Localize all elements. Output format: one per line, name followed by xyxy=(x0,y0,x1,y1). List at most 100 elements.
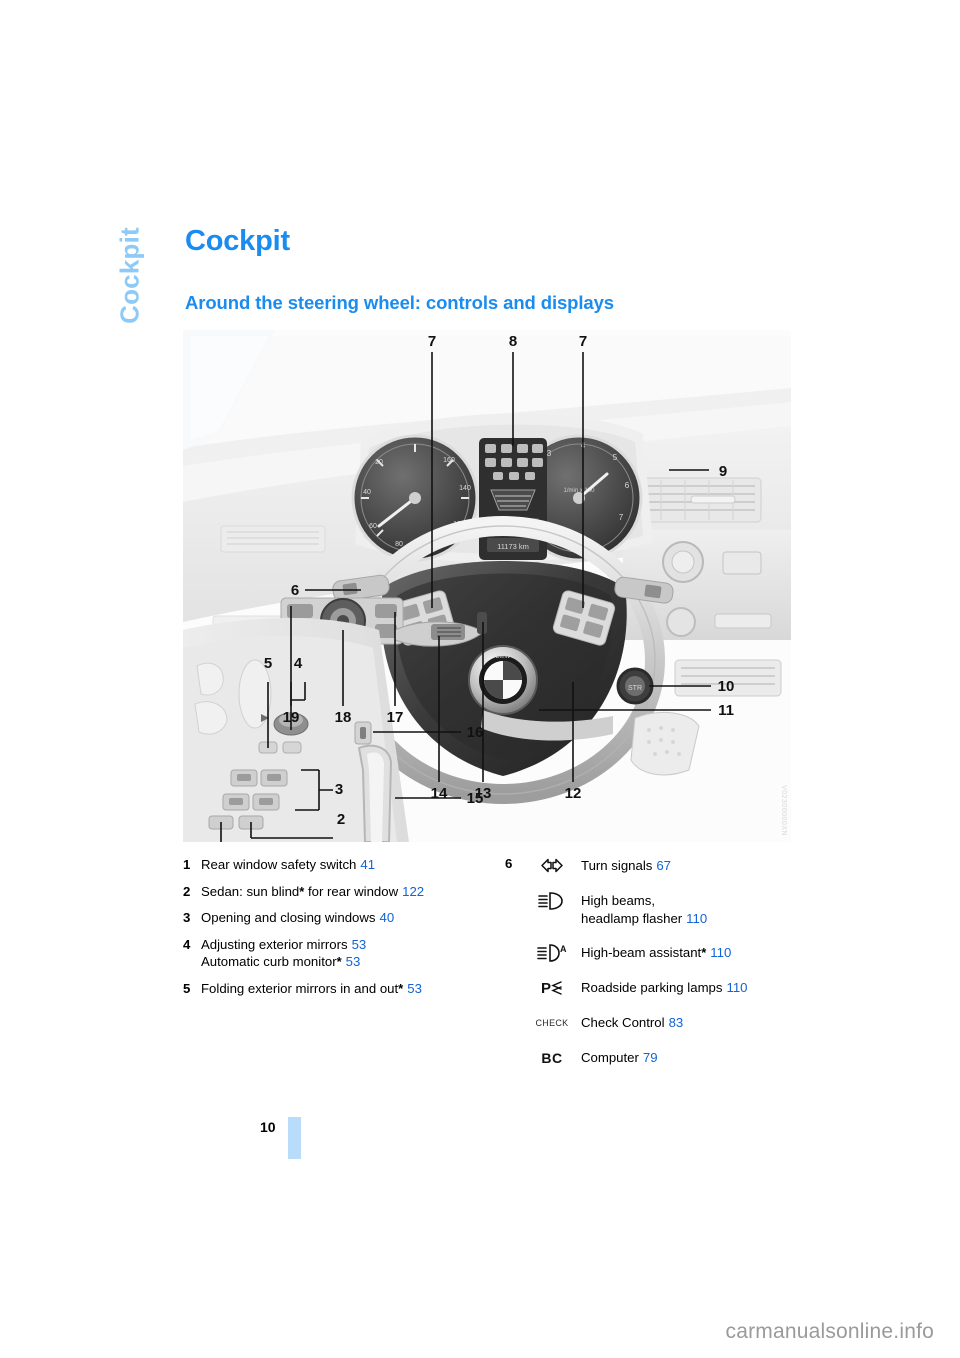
svg-text:BMW: BMW xyxy=(496,654,511,660)
legend-item-1-text: Rear window safety switch 41 xyxy=(201,856,483,874)
legend-item-5-number: 5 xyxy=(183,980,191,996)
roadside-parking-lamps-page[interactable]: 110 xyxy=(726,980,747,995)
computer-text: Computer xyxy=(581,1050,639,1066)
turn-signals-icon xyxy=(523,856,581,875)
legend-item-5-star: * xyxy=(398,980,404,996)
legend-item-6-number: 6 xyxy=(505,856,513,871)
legend-item-4-page[interactable]: 53 xyxy=(352,937,367,952)
high-beams-text2: headlamp flasher xyxy=(581,910,683,926)
svg-text:6: 6 xyxy=(625,481,630,490)
section-heading: Around the steering wheel: controls and … xyxy=(185,292,614,313)
svg-text:11: 11 xyxy=(718,702,734,719)
svg-text:11173 km: 11173 km xyxy=(497,542,529,551)
legend-item-4: 4 Adjusting exterior mirrors 53 Automatic… xyxy=(183,936,483,971)
legend-item-2-label: Sedan: sun blind xyxy=(201,883,300,899)
svg-text:16: 16 xyxy=(467,724,484,741)
computer-page[interactable]: 79 xyxy=(643,1050,658,1065)
roadside-parking-lamps-text: Roadside parking lamps xyxy=(581,980,723,996)
high-beam-assistant-page[interactable]: 110 xyxy=(710,945,731,960)
legend-item-5-text: Folding exterior mirrors in and out* 53 xyxy=(201,980,483,998)
legend-item-3-number: 3 xyxy=(183,910,191,926)
svg-text:20: 20 xyxy=(375,459,383,466)
svg-text:STR: STR xyxy=(628,685,642,692)
legend-item-4-text: Adjusting exterior mirrors 53 Automatic c… xyxy=(201,936,483,971)
svg-text:3: 3 xyxy=(547,449,552,458)
svg-text:A: A xyxy=(560,944,567,954)
high-beam-assistant-icon: A xyxy=(523,943,581,962)
check-control-label: Check Control 83 xyxy=(581,1013,795,1032)
svg-text:14: 14 xyxy=(431,785,448,802)
svg-text:60: 60 xyxy=(369,523,377,530)
page-marker-bar xyxy=(288,1117,301,1159)
high-beam-assistant-star: * xyxy=(701,945,707,961)
legend-item-3-text: Opening and closing windows 40 xyxy=(201,909,483,927)
svg-text:8: 8 xyxy=(509,333,517,350)
legend-item-6-check-control: CHECK Check Control 83 xyxy=(505,1013,795,1032)
legend-item-6-computer: BC Computer 79 xyxy=(505,1048,795,1067)
high-beams-page[interactable]: 110 xyxy=(686,911,707,926)
svg-text:2: 2 xyxy=(337,811,345,828)
page-number: 10 xyxy=(260,1119,276,1135)
svg-text:7: 7 xyxy=(579,333,587,350)
roadside-parking-lamps-icon: P xyxy=(523,978,581,997)
figure-code: V02300000XN xyxy=(780,784,787,836)
page-title: Cockpit xyxy=(185,225,290,257)
svg-text:80: 80 xyxy=(395,541,403,548)
legend-item-6-high-beams: High beams, headlamp flasher 110 xyxy=(505,891,795,927)
computer-icon: BC xyxy=(523,1048,581,1067)
legend-item-1: 1 Rear window safety switch 41 xyxy=(183,856,483,874)
legend-item-3: 3 Opening and closing windows 40 xyxy=(183,909,483,927)
svg-text:40: 40 xyxy=(363,489,371,496)
check-control-icon: CHECK xyxy=(523,1013,581,1032)
legend-item-2-number: 2 xyxy=(183,883,191,899)
svg-text:160: 160 xyxy=(443,457,455,464)
svg-text:12: 12 xyxy=(565,785,582,802)
watermark: carmanualsonline.info xyxy=(725,1320,934,1343)
legend-item-4-subpage[interactable]: 53 xyxy=(346,954,361,969)
svg-text:6: 6 xyxy=(291,582,299,599)
roadside-parking-lamps-label: Roadside parking lamps 110 xyxy=(581,978,795,997)
check-control-page[interactable]: 83 xyxy=(669,1015,684,1030)
svg-text:5: 5 xyxy=(264,655,272,672)
legend-item-3-page[interactable]: 40 xyxy=(379,910,394,925)
legend-item-5-page[interactable]: 53 xyxy=(407,981,422,996)
legend-item-1-number: 1 xyxy=(183,857,191,872)
cockpit-diagram-svg: 2040 6080 100120 140160 12 34 56 7 1/min… xyxy=(183,330,791,842)
legend-item-6-turn-signals: 6 Turn signals 67 xyxy=(505,856,795,875)
cockpit-diagram: 2040 6080 100120 140160 12 34 56 7 1/min… xyxy=(183,330,791,842)
high-beams-label: High beams, headlamp flasher 110 xyxy=(581,891,795,927)
svg-text:9: 9 xyxy=(719,463,727,480)
legend-item-2-text: Sedan: sun blind* for rear window 122 xyxy=(201,883,483,901)
turn-signals-page[interactable]: 67 xyxy=(656,858,671,873)
legend-item-5: 5 Folding exterior mirrors in and out* 53 xyxy=(183,980,483,998)
high-beams-icon xyxy=(523,891,581,910)
legend-item-6-roadside-parking-lamps: P Roadside parking lamps 110 xyxy=(505,978,795,997)
turn-signals-label: Turn signals 67 xyxy=(581,856,795,875)
legend-item-2-label-cont: for rear window xyxy=(304,883,399,899)
high-beams-text: High beams, xyxy=(581,893,656,908)
legend-item-1-label: Rear window safety switch xyxy=(201,857,357,872)
svg-text:P: P xyxy=(541,980,551,997)
svg-text:15: 15 xyxy=(467,790,484,807)
legend-item-4-label: Adjusting exterior mirrors xyxy=(201,936,348,952)
legend-item-4-substar: * xyxy=(336,954,342,970)
check-control-text: Check Control xyxy=(581,1015,665,1031)
svg-text:18: 18 xyxy=(335,709,352,726)
legend-item-2: 2 Sedan: sun blind* for rear window 122 xyxy=(183,883,483,901)
legend-item-3-label: Opening and closing windows xyxy=(201,910,376,926)
svg-text:3: 3 xyxy=(335,781,343,798)
legend-item-4-number: 4 xyxy=(183,936,191,952)
legend-item-4-subrow: Automatic curb monitor* 53 xyxy=(201,953,483,971)
svg-text:4: 4 xyxy=(294,655,303,672)
check-control-icon-text: CHECK xyxy=(535,1017,569,1028)
legend-item-4-sublabel: Automatic curb monitor xyxy=(201,954,337,970)
legend-item-1-page[interactable]: 41 xyxy=(360,857,375,872)
computer-icon-text: BC xyxy=(541,1049,563,1066)
legend-item-2-page[interactable]: 122 xyxy=(402,884,424,899)
svg-text:7: 7 xyxy=(428,333,436,350)
computer-label: Computer 79 xyxy=(581,1048,795,1067)
legend-item-6-high-beam-assistant: A High-beam assistant* 110 xyxy=(505,943,795,962)
svg-text:17: 17 xyxy=(387,709,404,726)
chapter-tab-label: Cockpit xyxy=(114,227,145,324)
svg-text:5: 5 xyxy=(613,453,618,462)
